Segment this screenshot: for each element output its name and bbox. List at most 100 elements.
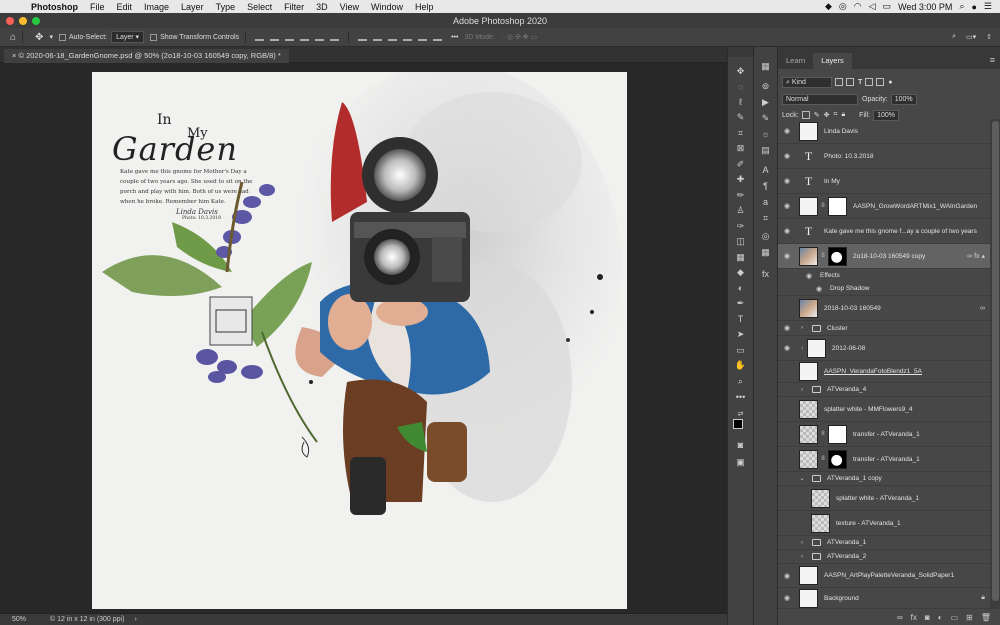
brushes-panel-icon[interactable]: ✎ [759, 113, 772, 124]
lock-pixels-icon[interactable]: ✎ [814, 111, 820, 119]
actions-panel-icon[interactable]: ▶ [759, 97, 772, 108]
pen-tool-icon[interactable]: ✒ [734, 298, 747, 309]
canvas-area[interactable]: In My Garden Kate gave me this gnome for… [0, 63, 727, 613]
eye-icon[interactable]: ◉ [780, 572, 794, 580]
menu-view[interactable]: View [334, 2, 365, 12]
healing-brush-icon[interactable]: ✚ [734, 174, 747, 185]
quick-mask-icon[interactable]: ◙ [734, 440, 747, 451]
dodge-tool-icon[interactable]: ◐ [734, 283, 747, 294]
align-bottom-icon[interactable] [285, 33, 295, 41]
gradient-tool-icon[interactable]: ▦ [734, 252, 747, 263]
layer-row[interactable]: splatter white - MMFlowers9_4 [778, 397, 990, 422]
link-icon[interactable]: 8 [820, 456, 826, 462]
link-icon[interactable]: ∞ [980, 305, 985, 312]
type-tool-icon[interactable]: T [734, 314, 747, 325]
group-row[interactable]: › ATVeranda_2 [778, 550, 990, 564]
eye-icon[interactable]: ◉ [780, 152, 794, 160]
align-left-icon[interactable] [300, 33, 310, 41]
blur-tool-icon[interactable]: ◆ [734, 267, 747, 278]
group-row[interactable]: › ATVeranda_4 [778, 383, 990, 397]
eye-icon[interactable]: ◉ [802, 272, 816, 280]
more-options-icon[interactable]: ••• [451, 34, 458, 41]
layer-row[interactable]: 2018-10-03 160549 ∞ [778, 296, 990, 321]
menu-list-icon[interactable]: ☰ [984, 1, 992, 12]
layer-row[interactable]: ◉ Background 🔒︎ [778, 588, 990, 609]
layer-row[interactable]: splatter white - ATVeranda_1 [778, 486, 990, 511]
frame-tool-icon[interactable]: ⊠ [734, 143, 747, 154]
layer-row[interactable]: ◉ T Photo: 10.3.2018 [778, 144, 990, 169]
eye-icon[interactable]: ◉ [780, 202, 794, 210]
lock-transparent-icon[interactable] [801, 111, 810, 119]
add-mask-icon[interactable]: ◙ [925, 613, 930, 622]
eye-icon[interactable]: ◉ [780, 127, 794, 135]
layer-row[interactable]: ◉ T Kate gave me this gnome f...ay a cou… [778, 219, 990, 244]
distribute-right-icon[interactable] [433, 33, 443, 41]
layer-row[interactable]: ◉ Linda Davis [778, 119, 990, 144]
filter-pixel-icon[interactable] [835, 78, 843, 86]
creative-cloud-icon[interactable]: ◎ [839, 1, 847, 12]
link-icon[interactable]: 8 [820, 203, 826, 209]
link-icon[interactable]: 8 [820, 431, 826, 437]
chevron-right-icon[interactable]: › [798, 540, 806, 546]
distribute-top-icon[interactable] [358, 33, 368, 41]
lock-all-icon[interactable]: 🔒︎ [841, 111, 845, 119]
crop-tool-icon[interactable]: ⌗ [734, 128, 747, 139]
layer-mask-thumbnail[interactable] [828, 246, 847, 266]
layer-row[interactable]: ◉ T In My [778, 169, 990, 194]
home-icon[interactable]: ⌂ [10, 32, 16, 43]
layer-row[interactable]: 8 transfer - ATVeranda_1 [778, 422, 990, 447]
eye-icon[interactable]: ◉ [780, 594, 794, 602]
menu-file[interactable]: File [84, 2, 111, 12]
layer-row[interactable]: 8 transfer - ATVeranda_1 [778, 447, 990, 472]
zoom-level[interactable]: 50% [12, 616, 26, 623]
layer-mask-thumbnail[interactable] [828, 424, 847, 444]
lock-artboard-icon[interactable]: ⌗ [833, 111, 837, 119]
adjustments-panel-icon[interactable]: ☼ [759, 129, 772, 140]
path-select-icon[interactable]: ➤ [734, 329, 747, 340]
layer-mask-thumbnail[interactable] [828, 196, 847, 216]
filter-smart-icon[interactable] [876, 78, 885, 86]
adjustment-layer-icon[interactable]: ◐ [938, 613, 943, 622]
filter-adjustment-icon[interactable] [846, 78, 854, 86]
distribute-vcenter-icon[interactable] [373, 33, 383, 41]
distribute-hcenter-icon[interactable] [418, 33, 428, 41]
hand-tool-icon[interactable]: ✋ [734, 360, 747, 371]
screen-mode-icon[interactable]: ▣ [734, 457, 747, 468]
menu-layer[interactable]: Layer [175, 2, 210, 12]
layer-row[interactable]: ◉ ↓ 2012-06-08 [778, 336, 990, 361]
align-top-icon[interactable] [255, 33, 265, 41]
fx-panel-icon[interactable]: fx [759, 269, 772, 280]
paragraph-panel-icon[interactable]: ¶ [759, 181, 772, 192]
eye-icon[interactable]: ◉ [780, 177, 794, 185]
effect-item-row[interactable]: ◉ Drop Shadow [778, 282, 990, 296]
menu-window[interactable]: Window [365, 2, 409, 12]
eye-icon[interactable]: ◉ [812, 285, 826, 293]
tab-layers[interactable]: Layers [813, 53, 852, 69]
glyphs-panel-icon[interactable]: a [759, 197, 772, 208]
transform-controls-checkbox[interactable]: Show Transform Controls [150, 33, 239, 41]
layer-row[interactable]: ◉ 8 AASPN_GrowWordARTMix1_WAInGarden [778, 194, 990, 219]
auto-select-dropdown[interactable]: Layer ▾ [111, 31, 145, 43]
effects-row[interactable]: ◉ Effects [778, 269, 990, 282]
properties-panel-icon[interactable]: ⊚ [759, 81, 772, 92]
wifi-icon[interactable]: ◠ [854, 1, 862, 12]
chevron-right-icon[interactable]: › [798, 325, 806, 331]
layer-row-selected[interactable]: ◉ 8 2o18-10-03 160549 copy ∞ fx ▴ [778, 244, 990, 269]
align-vcenter-icon[interactable] [270, 33, 280, 41]
swatches-panel-icon[interactable]: ▤ [759, 145, 772, 156]
menu-help[interactable]: Help [409, 2, 440, 12]
tab-learn[interactable]: Learn [778, 53, 813, 69]
eye-icon[interactable]: ◉ [780, 344, 794, 352]
blend-mode-dropdown[interactable]: Normal [782, 93, 858, 105]
minimize-window-button[interactable] [19, 17, 27, 25]
new-group-icon[interactable]: ▭ [951, 613, 959, 622]
menu-filter[interactable]: Filter [278, 2, 310, 12]
chevron-right-icon[interactable]: › [798, 387, 806, 393]
lock-position-icon[interactable]: ✥ [824, 111, 830, 119]
character-panel-icon[interactable]: A [759, 165, 772, 176]
volume-icon[interactable]: ◁ [869, 1, 876, 12]
rectangle-tool-icon[interactable]: ▭ [734, 345, 747, 356]
brush-tool-icon[interactable]: ✏ [734, 190, 747, 201]
layer-row[interactable]: texture - ATVeranda_1 [778, 511, 990, 536]
layer-mask-thumbnail[interactable] [828, 449, 847, 469]
